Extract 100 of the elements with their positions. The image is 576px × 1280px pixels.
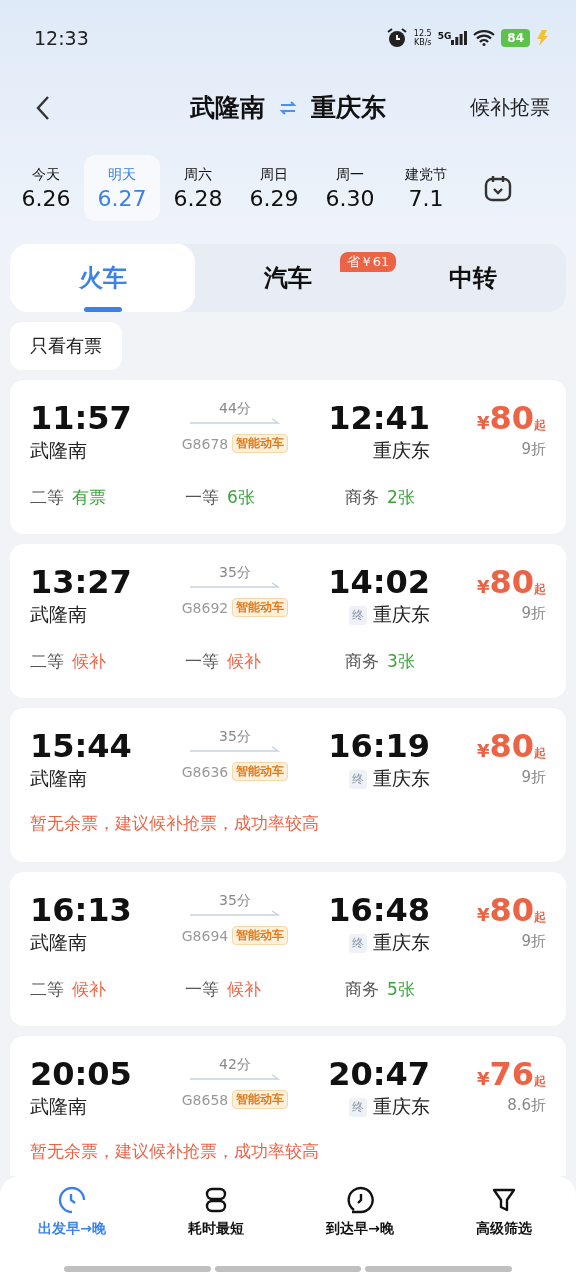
seat-status: 6张 (227, 486, 255, 509)
arrival-station: 重庆东 (373, 602, 430, 627)
seat-status: 5张 (387, 978, 415, 1001)
arrival-time: 16:19 (328, 728, 430, 764)
sort-option[interactable]: 到达早→晚 (288, 1186, 432, 1238)
terminal-badge: 终 (349, 934, 367, 953)
date-tab[interactable]: 周日 6.29 (236, 155, 312, 221)
departure-station: 武隆南 (30, 1094, 88, 1119)
train-card[interactable]: 16:13 武隆南 35分 G8694 智能动车 16:48 终 重庆东 ¥80起 9折 二等 候补 一等 候补 商务 5张 (10, 872, 566, 1026)
departure-station: 武隆南 (30, 602, 88, 627)
currency-symbol: ¥ (476, 412, 490, 433)
seat-class: 二等 (30, 978, 64, 1001)
train-tag: 智能动车 (232, 926, 289, 945)
terminal-badge: 终 (349, 1098, 367, 1117)
date-tab[interactable]: 今天 6.26 (8, 155, 84, 221)
back-icon[interactable] (36, 94, 50, 121)
filter-chip[interactable]: 只看有票 (10, 322, 122, 370)
train-card[interactable]: 11:57 武隆南 44分 G8678 智能动车 12:41 重庆东 ¥80起 9折 二等 有票 一等 6张 商务 2张 (10, 380, 566, 534)
discount: 9折 (521, 604, 546, 623)
price: 80 (489, 892, 534, 928)
seat-class: 二等 (30, 486, 64, 509)
train-card[interactable]: 13:27 武隆南 35分 G8692 智能动车 14:02 终 重庆东 ¥80起 9折 二等 候补 一等 候补 商务 3张 (10, 544, 566, 698)
arrival-station: 重庆东 (373, 766, 430, 791)
charging-icon (536, 29, 550, 46)
discount: 9折 (521, 768, 546, 787)
duration: 44分 (219, 400, 251, 418)
arrival-station: 重庆东 (373, 1094, 430, 1119)
seat-class: 商务 (345, 486, 379, 509)
seat-status: 3张 (387, 650, 415, 673)
seat-status: 候补 (72, 978, 106, 1001)
departure-time: 20:05 (30, 1056, 133, 1092)
signal-icon (451, 30, 468, 45)
date-tab[interactable]: 周一 6.30 (312, 155, 388, 221)
waitlist-notice: 暂无余票，建议候补抢票，成功率较高 (30, 1140, 320, 1163)
arrival-time: 20:47 (328, 1056, 430, 1092)
currency-symbol: ¥ (476, 740, 490, 761)
battery-level: 84 (501, 28, 530, 47)
departure-time: 16:13 (30, 892, 133, 928)
seat-status: 候补 (227, 978, 261, 1001)
seat-class: 商务 (345, 650, 379, 673)
discount: 8.6折 (507, 1096, 546, 1115)
currency-symbol: ¥ (476, 904, 490, 925)
train-card[interactable]: 15:44 武隆南 35分 G8636 智能动车 16:19 终 重庆东 ¥80起 9折 暂无余票，建议候补抢票，成功率较高 (10, 708, 566, 862)
seat-class: 一等 (185, 978, 219, 1001)
currency-symbol: ¥ (476, 1068, 490, 1089)
seat-class: 二等 (30, 650, 64, 673)
train-tag: 智能动车 (232, 762, 289, 781)
waitlist-notice: 暂无余票，建议候补抢票，成功率较高 (30, 812, 320, 835)
alarm-icon (385, 26, 408, 49)
departure-time: 13:27 (30, 564, 133, 600)
terminal-badge: 终 (349, 606, 367, 625)
seat-class: 一等 (185, 486, 219, 509)
calendar-icon[interactable] (484, 174, 512, 202)
train-card[interactable]: 20:05 武隆南 42分 G8658 智能动车 20:47 终 重庆东 ¥76起 8.6折 暂无余票，建议候补抢票，成功率较高 (10, 1036, 566, 1176)
seat-status: 候补 (227, 650, 261, 673)
train-number: G8658 (181, 1091, 229, 1108)
wifi-icon (473, 29, 496, 46)
clock-icon (346, 1186, 374, 1214)
seat-class: 一等 (185, 650, 219, 673)
seat-class: 商务 (345, 978, 379, 1001)
currency-symbol: ¥ (476, 576, 490, 597)
seat-status: 候补 (72, 650, 106, 673)
departure-station: 武隆南 (30, 766, 88, 791)
network-speed: 12.5 (413, 28, 432, 38)
discount: 9折 (521, 932, 546, 951)
waitlist-button[interactable]: 候补抢票 (470, 94, 550, 121)
terminal-badge: 终 (349, 770, 367, 789)
departure-station: 武隆南 (30, 930, 88, 955)
date-tab[interactable]: 周六 6.28 (160, 155, 236, 221)
train-number: G8636 (181, 763, 229, 780)
destination-station: 重庆东 (311, 92, 386, 124)
sort-option[interactable]: 耗时最短 (144, 1186, 288, 1238)
date-tab[interactable]: 明天 6.27 (84, 155, 160, 221)
swap-icon[interactable] (279, 100, 297, 115)
departure-station: 武隆南 (30, 438, 88, 463)
filter-icon (490, 1186, 518, 1214)
duration: 42分 (219, 1056, 251, 1074)
price-suffix: 起 (534, 1074, 546, 1090)
date-tab[interactable]: 建党节 7.1 (388, 155, 464, 221)
discount: 9折 (521, 440, 546, 459)
sort-option[interactable]: 高级筛选 (432, 1186, 576, 1238)
network-speed-unit: KB/s (413, 37, 432, 47)
mode-tab[interactable]: 火车 (10, 244, 196, 312)
train-tag: 智能动车 (232, 434, 289, 453)
price: 76 (489, 1056, 534, 1092)
clock-icon (58, 1186, 86, 1214)
train-tag: 智能动车 (232, 1090, 289, 1109)
arrival-time: 12:41 (328, 400, 430, 436)
train-number: G8678 (181, 435, 229, 452)
arrival-time: 16:48 (328, 892, 430, 928)
price: 80 (489, 728, 534, 764)
origin-station: 武隆南 (190, 92, 265, 124)
train-tag: 智能动车 (232, 598, 289, 617)
train-number: G8692 (181, 599, 229, 616)
duration: 35分 (219, 728, 251, 746)
duration: 35分 (219, 564, 251, 582)
status-time: 12:33 (34, 26, 89, 49)
sort-option[interactable]: 出发早→晚 (0, 1186, 144, 1238)
price-suffix: 起 (534, 418, 546, 434)
seat-status: 2张 (387, 486, 415, 509)
